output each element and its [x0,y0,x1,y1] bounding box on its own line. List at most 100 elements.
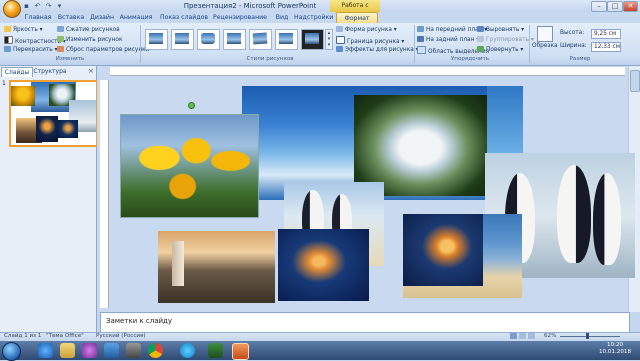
undo-icon[interactable]: ↶ [33,2,42,10]
height-input[interactable]: 9,25 см [591,29,621,39]
scrollbar-thumb[interactable] [630,70,640,92]
picture-shape-icon [336,26,343,32]
internet-explorer-icon[interactable] [38,343,53,358]
viber-icon[interactable] [82,343,97,358]
crop-button[interactable]: Обрезка [532,42,558,50]
chrome-icon[interactable] [148,343,163,358]
tab-animation[interactable]: Анимация [118,12,154,23]
picture-style-2[interactable] [171,29,194,50]
status-language[interactable]: Русский (Россия) [96,333,146,339]
slide-number: 1 [2,80,6,87]
reset-picture-button[interactable]: Сброс параметров рисунка [57,46,149,54]
width-label: Ширина: [560,43,587,49]
tab-slides[interactable]: Слайды [1,67,33,77]
tab-home[interactable]: Главная [22,12,54,23]
picture-style-7[interactable] [301,29,324,50]
brightness-icon [4,26,11,32]
tray-clock[interactable]: 10:20 10.01.2018 [596,342,634,356]
file-explorer-icon[interactable] [60,343,75,358]
tab-insert[interactable]: Вставка [56,12,86,23]
rotation-handle-icon[interactable] [188,102,195,109]
office-button[interactable] [3,0,21,18]
send-to-back-button[interactable]: На задний план ▾ [417,36,479,44]
picture-style-3[interactable] [197,29,220,50]
picture-style-5[interactable] [249,29,272,50]
arrange-group-label: Упорядочить [450,56,490,62]
word-icon[interactable] [104,343,119,358]
send-back-icon [417,36,424,42]
window-title: Презентация2 - Microsoft PowerPoint [183,2,317,10]
redo-icon[interactable]: ↷ [44,2,53,10]
styles-gallery-more-icon[interactable]: ▴ ▾ ▾ [325,29,333,50]
bring-front-icon [417,26,424,32]
rotate-button[interactable]: Повернуть ▾ [477,46,523,54]
align-button[interactable]: Выровнять ▾ [477,26,524,34]
picture-border-button[interactable]: Граница рисунка ▾ [336,36,404,45]
slide-thumbnail[interactable] [9,80,98,147]
reset-picture-icon [57,46,64,52]
slide-show-icon[interactable] [528,333,535,339]
maximize-button[interactable]: □ [607,1,623,12]
thumb-jellyfish2-photo [58,120,78,138]
styles-group-label: Стили рисунков [246,56,294,62]
zoom-slider[interactable] [560,336,620,337]
tab-format[interactable]: Формат [336,12,378,23]
picture-style-1[interactable] [145,29,168,50]
customize-quick-access-icon[interactable]: ▾ [55,2,64,10]
compress-pictures-button[interactable]: Сжатие рисунков [57,26,120,34]
ribbon-separator [140,25,141,63]
close-pane-icon[interactable]: × [88,67,94,75]
tab-outline[interactable]: Структура [33,67,67,76]
tulips-photo[interactable] [120,114,259,218]
minimize-button[interactable]: – [591,1,607,12]
palm-sky-photo[interactable] [487,86,523,156]
ribbon-separator [529,25,530,63]
camera-icon[interactable] [126,343,141,358]
crop-icon[interactable] [537,26,553,42]
hydrangea-photo[interactable] [354,95,487,196]
start-button[interactable] [2,342,21,361]
save-icon[interactable]: ▪ [22,2,31,10]
tab-addins[interactable]: Надстройки [294,12,333,23]
tab-slide-show[interactable]: Показ слайдов [159,12,209,23]
powerpoint-icon[interactable] [232,343,249,360]
tab-design[interactable]: Дизайн [89,12,115,23]
picture-tools-context-title: Работа с рисунками [330,0,380,21]
brightness-button[interactable]: Яркость ▾ [4,26,43,34]
height-label: Высота: [560,30,585,36]
normal-view-icon[interactable] [510,333,517,339]
picture-effects-button[interactable]: Эффекты для рисунка ▾ [336,46,419,54]
jellyfish-photo[interactable] [278,229,369,301]
zoom-slider-thumb[interactable] [586,333,589,339]
tab-view[interactable]: Вид [273,12,291,23]
group-button[interactable]: Группировать ▾ [477,36,534,44]
change-picture-button[interactable]: Изменить рисунок [57,36,122,44]
recolor-icon [4,46,11,52]
ribbon-separator [414,25,415,63]
notes-pane[interactable] [100,312,630,333]
zoom-level: 62% [544,333,557,339]
app-icon[interactable] [208,343,223,358]
tab-review[interactable]: Рецензирование [211,12,269,23]
change-picture-icon [57,36,64,42]
status-slide-count: Слайд 1 из 1 [4,333,42,339]
size-group-label: Размер [569,56,591,62]
recolor-button[interactable]: Перекрасить ▾ [4,46,57,54]
picture-border-icon [336,36,345,44]
contrast-icon [4,36,13,44]
group-icon [477,36,484,42]
compress-icon [57,26,64,32]
thumb-jellyfish-photo [36,116,58,142]
picture-style-6[interactable] [275,29,298,50]
vertical-ruler [100,80,109,308]
close-button[interactable]: ✕ [623,1,638,12]
slide-sorter-icon[interactable] [519,333,526,339]
align-icon [477,26,484,32]
skype-icon[interactable] [180,343,195,358]
width-input[interactable]: 12,33 см [591,42,621,52]
picture-shape-button[interactable]: Форма рисунка ▾ [336,26,397,34]
picture-style-4[interactable] [223,29,246,50]
adjust-group-label: Изменить [55,56,85,62]
jellyfish-orange-photo[interactable] [403,214,483,286]
lighthouse-photo[interactable] [158,231,275,303]
